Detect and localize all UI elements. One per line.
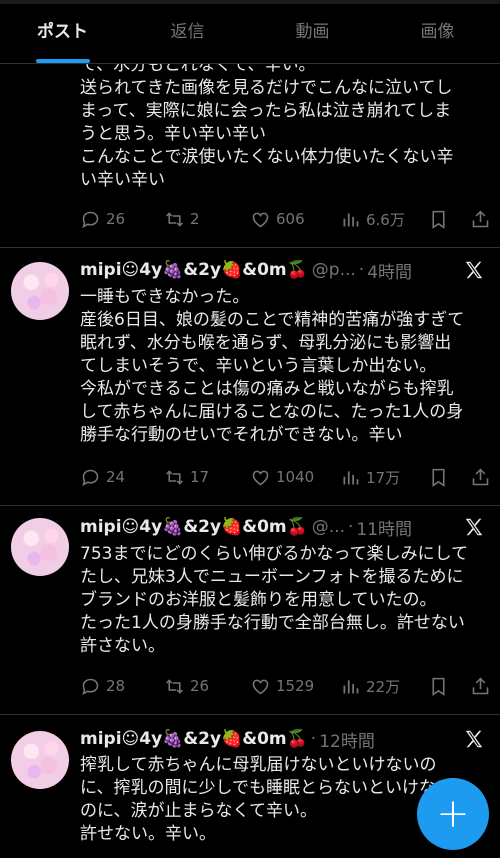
reply-count: 28 <box>106 677 126 695</box>
repost-icon <box>166 678 183 694</box>
views-count: 6.6万 <box>366 210 405 229</box>
timeline-feed: て、水分もとれなくて、辛い。 送られてきた画像を見るだけでこんなに泣いてし まっ… <box>0 0 500 858</box>
views-icon <box>343 470 359 484</box>
heart-icon <box>252 470 269 485</box>
like-count: 606 <box>276 210 305 228</box>
views-button[interactable]: 22万 <box>340 674 400 698</box>
bookmark-icon <box>432 677 445 696</box>
heart-icon <box>252 212 269 227</box>
like-count: 1529 <box>276 677 315 695</box>
repost-icon <box>166 469 183 485</box>
post-actions: 28 26 1529 22万 <box>80 674 490 698</box>
tab-posts[interactable]: ポスト <box>0 0 125 63</box>
post-time[interactable]: 4時間 <box>367 258 412 283</box>
tab-replies[interactable]: 返信 <box>125 0 250 63</box>
compose-post-button[interactable]: + <box>417 778 489 850</box>
post-actions: 24 17 1040 17万 <box>80 465 490 489</box>
post-header: mipi☺4y🍇&2y🍓&0m🍒 @... · 11時間 <box>80 515 412 540</box>
x-logo-icon <box>465 518 483 536</box>
post-header: mipi☺4y🍇&2y🍓&0m🍒 @p... · 4時間 <box>80 258 412 283</box>
separator-dot: · <box>348 517 354 537</box>
reply-count: 24 <box>106 468 126 486</box>
repost-count: 26 <box>190 677 210 695</box>
reply-icon <box>82 678 99 695</box>
views-count: 22万 <box>366 677 401 696</box>
display-name[interactable]: mipi☺4y🍇&2y🍓&0m🍒 <box>80 260 308 280</box>
post-text: 753までにどのくらい伸びるかなって楽しみにして たし、兄妹3人でニューボーンフ… <box>80 544 469 656</box>
repost-count: 2 <box>190 210 200 228</box>
post-divider <box>0 247 500 248</box>
share-icon <box>472 468 489 485</box>
heart-icon <box>252 679 269 694</box>
display-name[interactable]: mipi☺4y🍇&2y🍓&0m🍒 <box>80 517 308 537</box>
bookmark-icon <box>432 468 445 487</box>
reply-icon <box>82 469 99 486</box>
post-divider <box>0 714 500 715</box>
avatar[interactable] <box>11 518 69 576</box>
post-time[interactable]: 12時間 <box>319 727 375 752</box>
bookmark-button[interactable] <box>428 465 454 489</box>
post-text: 一睡もできなかった。 産後6日目、娘の髪のことで精神的苦痛が強すぎて 眠れず、水… <box>80 287 465 445</box>
post-text: て、水分もとれなくて、辛い。 送られてきた画像を見るだけでこんなに泣いてし まっ… <box>80 55 454 190</box>
repost-icon <box>166 211 183 227</box>
post-time[interactable]: 11時間 <box>356 515 412 540</box>
tab-images[interactable]: 画像 <box>375 0 500 63</box>
avatar[interactable] <box>11 262 69 320</box>
reply-button[interactable]: 24 <box>80 465 125 489</box>
like-button[interactable]: 1529 <box>250 674 314 698</box>
user-handle: @... <box>311 517 345 537</box>
share-button[interactable] <box>470 674 496 698</box>
separator-dot: · <box>310 729 317 749</box>
views-icon <box>343 679 359 693</box>
views-count: 17万 <box>366 468 401 487</box>
post-header: mipi☺4y🍇&2y🍓&0m🍒 · 12時間 <box>80 727 375 752</box>
status-strip <box>0 0 500 4</box>
repost-button[interactable]: 26 <box>164 674 209 698</box>
share-button[interactable] <box>470 207 496 231</box>
post-actions: 26 2 606 6.6万 <box>80 207 490 231</box>
bookmark-button[interactable] <box>428 674 454 698</box>
user-handle: @p... <box>311 260 356 280</box>
reply-count: 26 <box>106 210 126 228</box>
separator-dot: · <box>358 260 365 280</box>
reply-icon <box>82 211 99 228</box>
tab-videos[interactable]: 動画 <box>250 0 375 63</box>
plus-icon: + <box>436 791 470 837</box>
repost-button[interactable]: 2 <box>164 207 200 231</box>
reply-button[interactable]: 26 <box>80 207 125 231</box>
profile-tabs: ポスト 返信 動画 画像 <box>0 0 500 64</box>
like-count: 1040 <box>276 468 315 486</box>
bookmark-icon <box>432 210 445 229</box>
share-button[interactable] <box>470 465 496 489</box>
share-icon <box>472 677 489 694</box>
repost-button[interactable]: 17 <box>164 465 209 489</box>
avatar[interactable] <box>11 731 69 789</box>
display-name[interactable]: mipi☺4y🍇&2y🍓&0m🍒 <box>80 729 308 749</box>
post-divider <box>0 505 500 506</box>
views-button[interactable]: 6.6万 <box>340 207 405 231</box>
bookmark-button[interactable] <box>428 207 454 231</box>
x-logo-icon <box>465 730 483 748</box>
x-logo-icon <box>465 261 483 279</box>
reply-button[interactable]: 28 <box>80 674 125 698</box>
like-button[interactable]: 606 <box>250 207 305 231</box>
views-icon <box>343 212 359 226</box>
repost-count: 17 <box>190 468 210 486</box>
views-button[interactable]: 17万 <box>340 465 400 489</box>
like-button[interactable]: 1040 <box>250 465 314 489</box>
share-icon <box>472 210 489 227</box>
